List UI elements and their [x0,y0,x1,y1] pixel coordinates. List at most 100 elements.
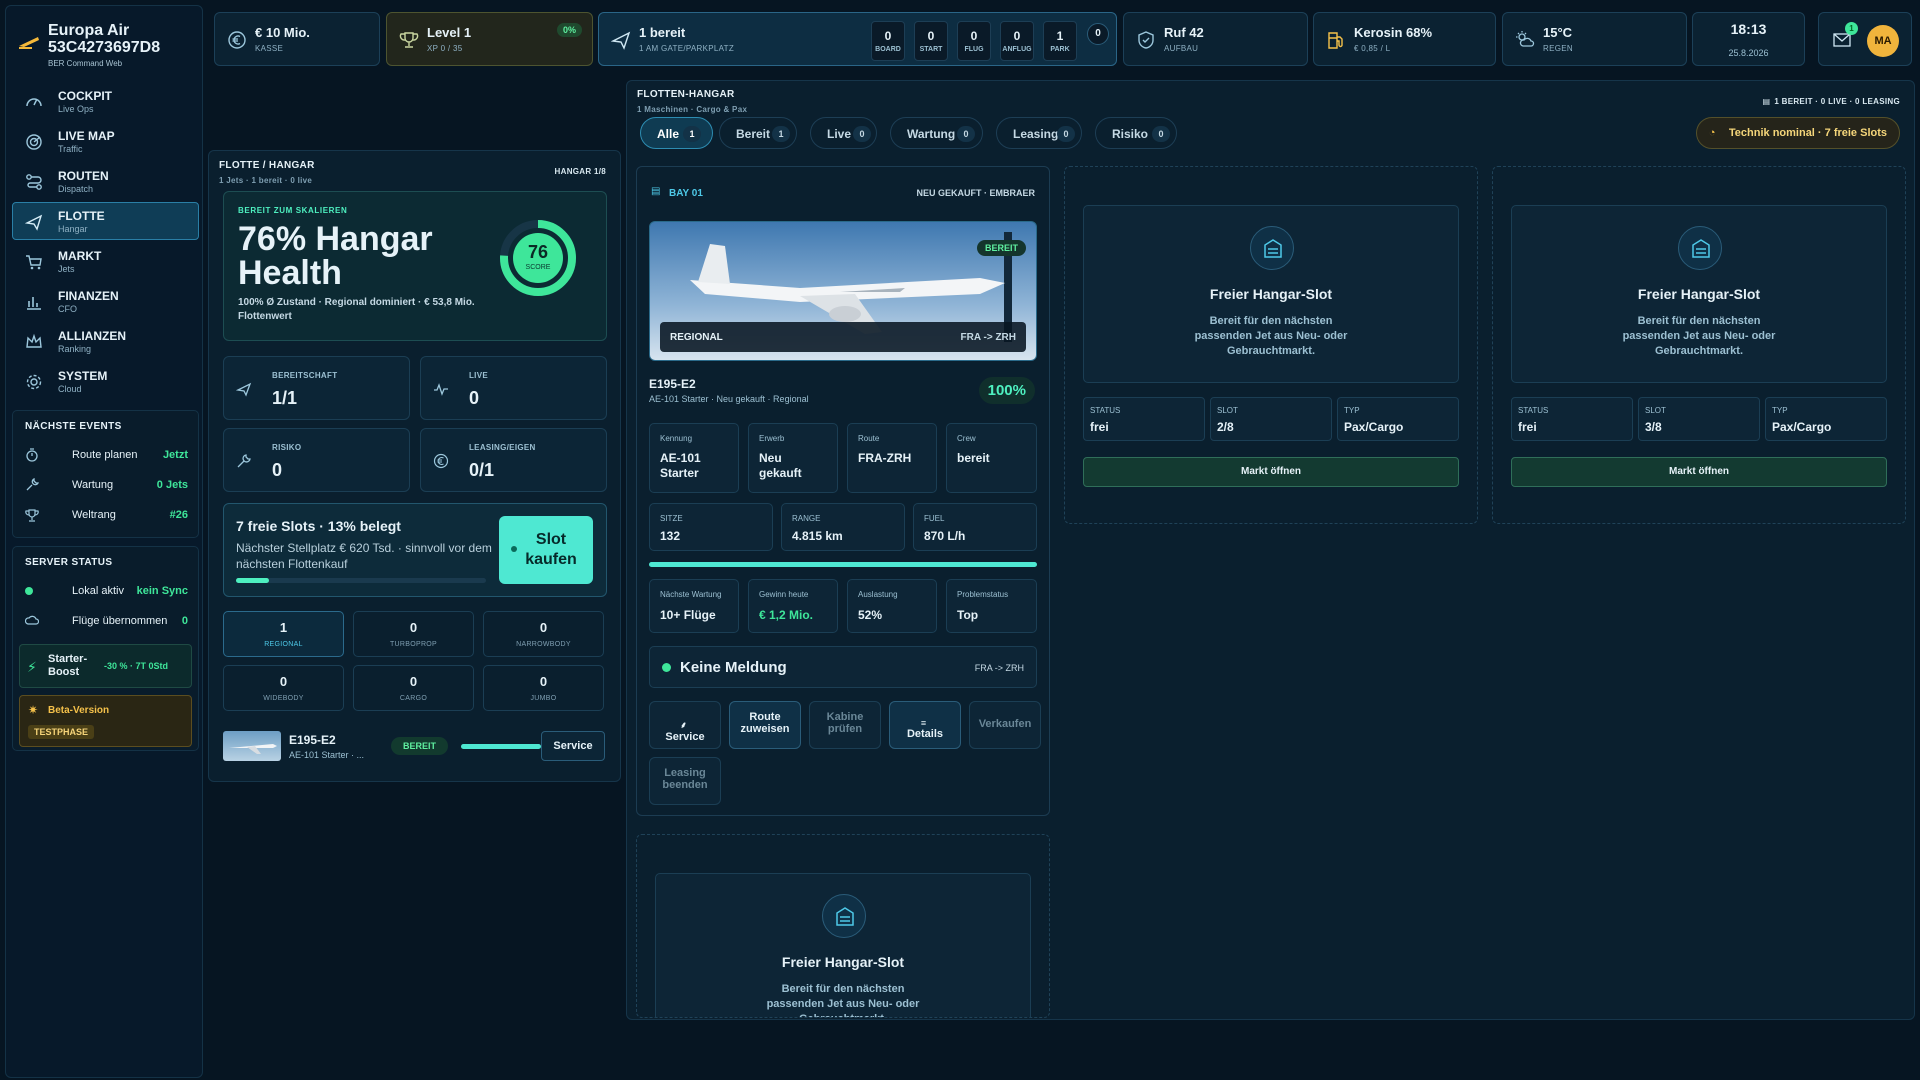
wrench-icon: ⸙ [680,720,687,730]
trophy-icon [399,32,419,48]
route-icon [26,174,42,190]
radar-icon [26,134,42,150]
category-regional[interactable]: 1 REGIONAL [223,611,344,657]
jet-condition-fill [461,744,541,749]
tech-status-pill[interactable]: ◔ Technik nominal · 7 freie Slots [1695,117,1900,149]
mail-icon[interactable] [1833,33,1851,47]
hangar-badge: HANGAR 1/8 [554,167,606,176]
topbar-fuel[interactable]: Kerosin 68% € 0,85 / L [1313,12,1496,66]
nav-finanzen[interactable]: FINANZEN CFO [12,282,199,320]
topbar-cash[interactable]: € 10 Mio. KASSE [214,12,380,66]
airline-sub: BER Command Web [48,59,123,68]
event-wartung[interactable]: Wartung 0 Jets [13,470,198,500]
nav-markt[interactable]: MARKT Jets [12,242,199,280]
aircraft-sub: AE-101 Starter · Neu gekauft · Regional [649,394,809,404]
spec-sitze: SITZE 132 [649,503,773,551]
topbar-ready[interactable]: 1 bereit 1 AM GATE/PARKPLATZ 0 BOARD 0 STAR… [598,12,1117,66]
spec-range: RANGE 4.815 km [781,503,905,551]
action-kabine-pruefen[interactable]: Kabine prüfen [809,701,881,749]
nav-flotte[interactable]: FLOTTE Hangar [12,202,199,240]
free-slot-3: Freier Hangar-Slot Bereit für den nächst… [1492,166,1906,524]
starter-boost[interactable]: ⚡ Starter- Boost -30 % · 7T 0Std [19,644,192,688]
avatar[interactable]: MA [1867,25,1899,57]
tab-wartung[interactable]: Wartung 0 [890,117,983,149]
brand[interactable]: Europa Air 53C4273697D8 BER Command Web [14,16,199,68]
nav-cockpit[interactable]: COCKPIT Live Ops [12,82,199,120]
jet-thumbnail [223,731,281,761]
fuel-pump-icon [1328,32,1343,49]
slots-progress-fill [236,578,269,583]
action-leasing-beenden[interactable]: Leasing beenden [649,757,721,805]
phase-board[interactable]: 0 BOARD [871,21,905,61]
sparkle-icon: ✷ [28,703,39,717]
status-dot [662,663,671,672]
tab-bereit[interactable]: Bereit 1 [719,117,797,149]
phase-park[interactable]: 1 PARK [1043,21,1077,61]
weather-icon [1516,31,1535,47]
server-title: SERVER STATUS [25,557,113,568]
action-service[interactable]: ⸙ Service [649,701,721,749]
nav-routen[interactable]: ROUTEN Dispatch [12,162,199,200]
free-slot-type: TYP Pax/Cargo [1337,397,1459,441]
level-pct-badge: 0% [556,23,582,37]
free-slot-inner: Freier Hangar-Slot Bereit für den nächst… [1511,205,1887,383]
topbar-clock: 18:13 25.8.2026 [1692,12,1805,66]
aircraft-caption: REGIONAL FRA -> ZRH [660,322,1026,352]
market-open-button[interactable]: Markt öffnen [1083,457,1459,487]
phase-anflug[interactable]: 0 ANFLUG [1000,21,1034,61]
plane-icon [611,31,631,50]
pulse-icon [434,383,448,396]
aircraft-condition: 100% [978,377,1035,404]
free-slot-next: Freier Hangar-Slot Bereit für den nächst… [636,834,1050,1018]
action-details[interactable]: ≡ Details [889,701,961,749]
category-jumbo[interactable]: 0 JUMBO [483,665,604,711]
bolt-icon: ⚡ [27,659,37,675]
jet-status-badge: BEREIT [391,737,449,755]
stat-risiko: RISIKO 0 [223,428,410,492]
status-dot [25,587,33,595]
airline-logo-icon [19,37,39,49]
phase-flug[interactable]: 0 FLUG [957,21,991,61]
ops-auslastung: Auslastung 52% [847,579,937,633]
nav-system[interactable]: SYSTEM Cloud [12,362,199,400]
hangar-icon: ▤ [651,186,661,197]
action-verkaufen[interactable]: Verkaufen [969,701,1041,749]
category-turboprop[interactable]: 0 TURBOPROP [353,611,474,657]
event-weltrang[interactable]: Weltrang #26 [13,500,198,530]
events-title: NÄCHSTE EVENTS [25,421,122,432]
tab-alle[interactable]: Alle 1 [640,117,713,149]
tab-risiko[interactable]: Risiko 0 [1095,117,1177,149]
jet-row[interactable]: E195-E2 AE-101 Starter · ... BEREIT Serv… [223,727,607,767]
category-cargo[interactable]: 0 CARGO [353,665,474,711]
hangar-sub: 1 Maschinen · Cargo & Pax [637,105,748,114]
action-route-zuweisen[interactable]: Route zuweisen [729,701,801,749]
info-crew: Crew bereit [946,423,1037,493]
hangar-icon [822,894,866,938]
cart-icon [26,255,42,270]
wrench-icon [237,454,251,468]
topbar-user: 1 MA [1818,12,1912,66]
beta-version[interactable]: ✷ Beta-Version TESTPHASE [19,695,192,747]
nav-live-map[interactable]: LIVE MAP Traffic [12,122,199,160]
health-score: 76 [527,242,549,262]
category-widebody[interactable]: 0 WIDEBODY [223,665,344,711]
event-route-planen[interactable]: Route planen Jetzt [13,440,198,470]
alert-count[interactable]: 0 [1087,23,1109,45]
tab-live[interactable]: Live 0 [810,117,877,149]
topbar-reputation[interactable]: Ruf 42 AUFBAU [1123,12,1308,66]
topbar-level[interactable]: Level 1 XP 0 / 35 0% [386,12,593,66]
jet-service-button[interactable]: Service [541,731,605,761]
bay-condition-bar [649,562,1037,567]
cloud-sync-icon [25,615,39,625]
category-narrowbody[interactable]: 0 NARROWBODY [483,611,604,657]
market-open-button[interactable]: Markt öffnen [1511,457,1887,487]
ops-problemstatus: Problemstatus Top [946,579,1037,633]
nav-allianzen[interactable]: ALLIANZEN Ranking [12,322,199,360]
slot-buy-button[interactable]: Slot kaufen [499,516,593,584]
tab-leasing[interactable]: Leasing 0 [996,117,1082,149]
topbar-weather[interactable]: 15°C REGEN [1502,12,1687,66]
hangar-icon [1678,226,1722,270]
free-slot-type: TYP Pax/Cargo [1765,397,1887,441]
free-slot-inner: Freier Hangar-Slot Bereit für den nächst… [655,873,1031,1017]
phase-start[interactable]: 0 START [914,21,948,61]
